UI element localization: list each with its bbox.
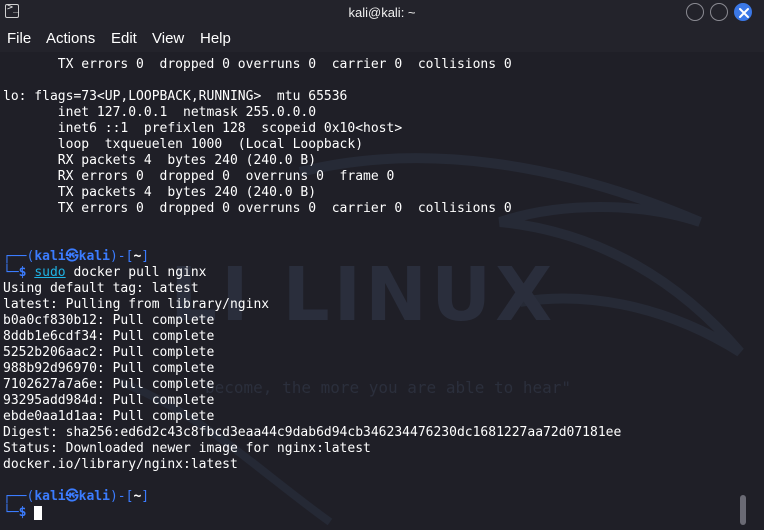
prompt-user: kali xyxy=(34,489,66,504)
output-line: 988b92d96970: Pull complete xyxy=(3,361,215,376)
output-line: loop txqueuelen 1000 (Local Loopback) xyxy=(3,137,364,152)
command-sudo: sudo xyxy=(34,265,66,280)
output-line: latest: Pulling from library/nginx xyxy=(3,297,270,312)
output-line: docker.io/library/nginx:latest xyxy=(3,457,238,472)
output-line: inet 127.0.0.1 netmask 255.0.0.0 xyxy=(3,105,317,120)
prompt-at: ㉿ xyxy=(65,249,79,264)
scrollbar[interactable] xyxy=(740,495,746,525)
terminal-output[interactable]: LI LINUX become, the more you are able t… xyxy=(0,52,764,530)
command-line: └─$ sudo docker pull nginx xyxy=(3,265,743,281)
command-text: docker pull nginx xyxy=(65,265,207,280)
output-line: 93295add984d: Pull complete xyxy=(3,393,215,408)
prompt-dollar: $ xyxy=(18,505,35,520)
minimize-button[interactable] xyxy=(686,3,704,21)
command-line[interactable]: └─$ xyxy=(3,505,743,521)
text-cursor xyxy=(34,505,43,520)
menu-actions[interactable]: Actions xyxy=(46,30,95,47)
menu-view[interactable]: View xyxy=(152,30,184,47)
menu-help[interactable]: Help xyxy=(200,30,231,47)
output-line: Digest: sha256:ed6d2c43c8fbcd3eaa44c9dab… xyxy=(3,425,622,440)
output-line: TX errors 0 dropped 0 overruns 0 carrier… xyxy=(3,57,512,72)
output-line: Using default tag: latest xyxy=(3,281,199,296)
menu-edit[interactable]: Edit xyxy=(111,30,137,47)
output-line: Status: Downloaded newer image for nginx… xyxy=(3,441,371,456)
prompt-user: kali xyxy=(34,249,66,264)
output-line: TX errors 0 dropped 0 overruns 0 carrier… xyxy=(3,201,512,216)
close-button[interactable] xyxy=(734,3,752,21)
output-line: 5252b206aac2: Pull complete xyxy=(3,345,215,360)
output-line: 8ddb1e6cdf34: Pull complete xyxy=(3,329,215,344)
menu-bar: File Actions Edit View Help xyxy=(0,26,764,52)
prompt-dollar: $ xyxy=(18,265,35,280)
prompt-arrow: └─ xyxy=(3,505,19,520)
prompt-line: ┌──(kali㉿kali)-[~] xyxy=(3,249,743,265)
output-line: RX errors 0 dropped 0 overruns 0 frame 0 xyxy=(3,169,395,184)
prompt-border: )-[ xyxy=(109,489,134,504)
prompt-border: ┌──( xyxy=(3,249,35,264)
output-line: TX packets 4 bytes 240 (240.0 B) xyxy=(3,185,317,200)
prompt-border: ┌──( xyxy=(3,489,35,504)
prompt-line: ┌──(kali㉿kali)-[~] xyxy=(3,489,743,505)
output-line: b0a0cf830b12: Pull complete xyxy=(3,313,215,328)
window-title: kali@kali: ~ xyxy=(348,5,416,20)
prompt-at: ㉿ xyxy=(65,489,79,504)
prompt-border: ] xyxy=(141,489,150,504)
output-line: RX packets 4 bytes 240 (240.0 B) xyxy=(3,153,317,168)
maximize-button[interactable] xyxy=(710,3,728,21)
output-line: lo: flags=73<UP,LOOPBACK,RUNNING> mtu 65… xyxy=(3,89,348,104)
prompt-border: ] xyxy=(141,249,150,264)
menu-file[interactable]: File xyxy=(7,30,31,47)
prompt-border: )-[ xyxy=(109,249,134,264)
prompt-host: kali xyxy=(78,249,110,264)
output-line: inet6 ::1 prefixlen 128 scopeid 0x10<hos… xyxy=(3,121,403,136)
prompt-host: kali xyxy=(78,489,110,504)
prompt-arrow: └─ xyxy=(3,265,19,280)
title-bar: >_ kali@kali: ~ xyxy=(0,0,764,26)
output-line: ebde0aa1d1aa: Pull complete xyxy=(3,409,215,424)
close-icon xyxy=(739,8,749,18)
output-line: 7102627a7a6e: Pull complete xyxy=(3,377,215,392)
